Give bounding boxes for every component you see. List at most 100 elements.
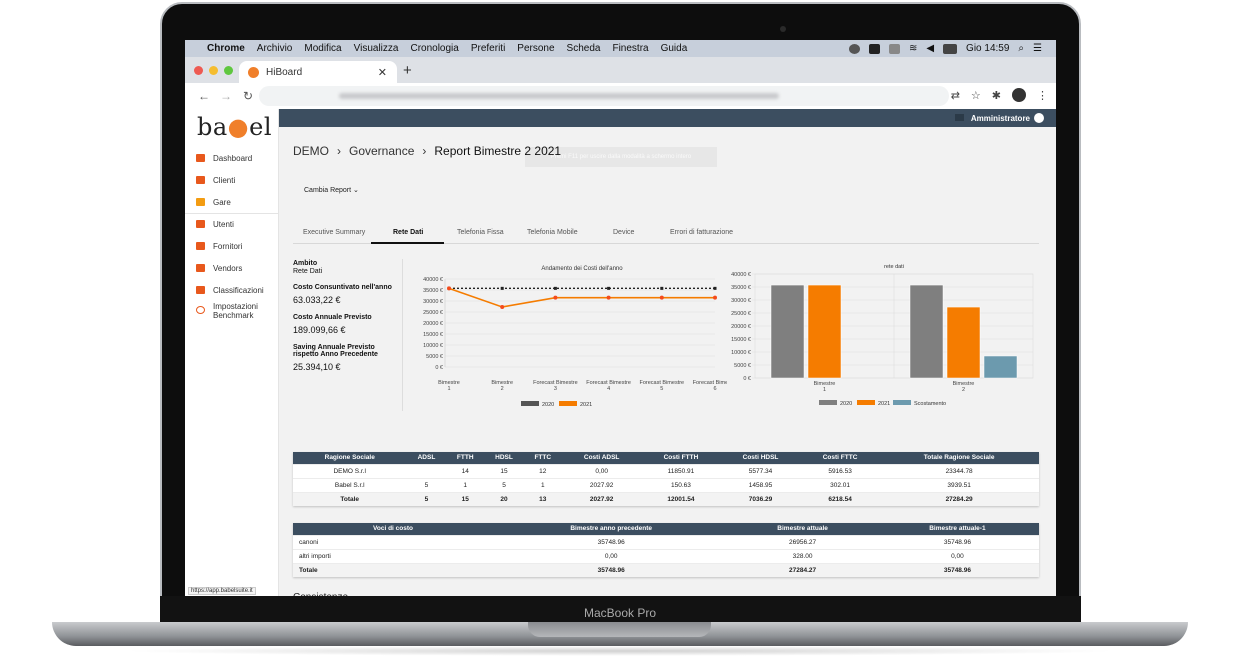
table-header-row: Voci di costo Bimestre anno precedente Bim… bbox=[293, 523, 1039, 535]
wifi-icon[interactable]: ≋ bbox=[909, 43, 917, 54]
table-cell: 12001.54 bbox=[641, 491, 721, 506]
forward-icon[interactable]: → bbox=[219, 89, 233, 103]
table-cell: canoni bbox=[293, 534, 493, 549]
reload-icon[interactable]: ↻ bbox=[241, 89, 255, 103]
sidebar-item-fornitori[interactable]: Fornitori bbox=[185, 236, 279, 256]
browser-tab[interactable]: HiBoard ✕ bbox=[239, 61, 397, 83]
data-point-2020 bbox=[500, 286, 504, 290]
sidebar-item-vendors[interactable]: Vendors bbox=[185, 258, 279, 278]
table-cell: 15 bbox=[484, 463, 524, 478]
sidebar-item-classificazioni[interactable]: Classificazioni bbox=[185, 280, 279, 300]
rete-dati-table: Ragione Sociale ADSL FTTH HDSL FTTC Costi ADS… bbox=[293, 452, 1039, 506]
tab-errori-fatturazione[interactable]: Errori di fatturazione bbox=[670, 229, 733, 236]
status-app-icon[interactable] bbox=[848, 43, 860, 54]
sidebar-item-utenti[interactable]: Utenti bbox=[185, 214, 279, 234]
new-tab-button[interactable]: + bbox=[403, 62, 412, 79]
sidebar-item-label: Impostazioni Benchmark bbox=[213, 302, 258, 320]
column-header: HDSL bbox=[484, 452, 524, 464]
data-point-2020 bbox=[607, 286, 611, 290]
y-tick-label: 20000 € bbox=[423, 321, 443, 327]
table-cell: 23344.78 bbox=[879, 463, 1039, 478]
status-url: https://app.babelsuite.it bbox=[188, 587, 256, 595]
extensions-icon[interactable]: ✱ bbox=[992, 89, 1001, 102]
y-tick-label: 40000 € bbox=[731, 272, 751, 278]
tab-device[interactable]: Device bbox=[613, 229, 634, 236]
legend-swatch-2020 bbox=[521, 401, 539, 406]
close-window-button[interactable] bbox=[194, 66, 203, 75]
y-tick-label: 15000 € bbox=[731, 337, 751, 343]
table-cell: 12 bbox=[524, 463, 562, 478]
spotlight-icon[interactable]: ⌕ bbox=[1018, 43, 1024, 54]
profile-icon[interactable] bbox=[1012, 88, 1026, 102]
menu-preferiti[interactable]: Preferiti bbox=[471, 43, 505, 54]
main-content: Premi F11 per uscire dalla modalità a sc… bbox=[279, 127, 1056, 596]
address-bar[interactable] bbox=[259, 86, 949, 106]
data-point-2021 bbox=[447, 286, 451, 291]
table-cell: 0,00 bbox=[493, 548, 730, 563]
data-point-2020 bbox=[713, 286, 717, 290]
menu-persone[interactable]: Persone bbox=[517, 43, 554, 54]
tab-executive-summary[interactable]: Executive Summary bbox=[303, 229, 365, 236]
user-menu[interactable]: Amministratore bbox=[971, 113, 1044, 123]
column-header: Costi HDSL bbox=[720, 452, 801, 464]
bookmark-star-icon[interactable]: ☆ bbox=[971, 89, 981, 102]
breadcrumb-governance[interactable]: Governance bbox=[349, 144, 414, 158]
legend-swatch-2021 bbox=[857, 400, 875, 405]
legend-swatch-2020 bbox=[819, 400, 837, 405]
y-tick-label: 5000 € bbox=[734, 363, 751, 369]
chart-title: rete dati bbox=[884, 264, 904, 270]
volume-icon[interactable]: ◀ bbox=[926, 43, 934, 54]
clock[interactable]: Gio 14:59 bbox=[966, 43, 1009, 54]
tab-telefonia-mobile[interactable]: Telefonia Mobile bbox=[527, 229, 578, 236]
sidebar-item-impostazioni-benchmark[interactable]: Impostazioni Benchmark bbox=[185, 302, 279, 326]
sidebar-item-label: Fornitori bbox=[213, 241, 243, 251]
macos-menubar: Chrome Archivio Modifica Visualizza Cron… bbox=[185, 40, 1056, 57]
y-tick-label: 35000 € bbox=[731, 285, 751, 291]
menu-visualizza[interactable]: Visualizza bbox=[354, 43, 399, 54]
tab-telefonia-fissa[interactable]: Telefonia Fissa bbox=[457, 229, 504, 236]
y-tick-label: 20000 € bbox=[731, 324, 751, 330]
control-center-icon[interactable]: ☰ bbox=[1033, 43, 1042, 54]
menu-finestra[interactable]: Finestra bbox=[612, 43, 648, 54]
sidebar-item-dashboard[interactable]: Dashboard bbox=[185, 148, 279, 168]
cambia-report-dropdown[interactable]: Cambia Report ⌄ bbox=[304, 186, 359, 194]
table-cell: Totale bbox=[293, 491, 407, 506]
maximize-window-button[interactable] bbox=[224, 66, 233, 75]
table-header-row: Ragione Sociale ADSL FTTH HDSL FTTC Costi ADS… bbox=[293, 452, 1039, 464]
window-icon[interactable] bbox=[888, 43, 900, 54]
previsto-label: Costo Annuale Previsto bbox=[293, 314, 372, 321]
table-cell: 5577.34 bbox=[720, 463, 801, 478]
tab-rete-dati[interactable]: Rete Dati bbox=[393, 229, 423, 236]
menu-guida[interactable]: Guida bbox=[661, 43, 688, 54]
menu-scheda[interactable]: Scheda bbox=[567, 43, 601, 54]
menu-dots-icon[interactable]: ⋮ bbox=[1037, 89, 1048, 102]
column-header: FTTC bbox=[524, 452, 562, 464]
sidebar-item-clienti[interactable]: Clienti bbox=[185, 170, 279, 190]
sidebar: ba●el Dashboard Clienti Gare Utenti Forn… bbox=[185, 109, 279, 596]
babel-logo[interactable]: ba●el bbox=[197, 113, 272, 141]
chat-icon[interactable] bbox=[955, 114, 964, 121]
shield-check-icon[interactable] bbox=[868, 43, 880, 54]
close-tab-icon[interactable]: ✕ bbox=[378, 66, 387, 79]
y-tick-label: 25000 € bbox=[731, 311, 751, 317]
menu-cronologia[interactable]: Cronologia bbox=[410, 43, 458, 54]
menu-chrome[interactable]: Chrome bbox=[207, 43, 245, 54]
translate-icon[interactable]: ⇄ bbox=[951, 89, 960, 102]
menu-modifica[interactable]: Modifica bbox=[304, 43, 341, 54]
breadcrumb-demo[interactable]: DEMO bbox=[293, 144, 329, 158]
minimize-window-button[interactable] bbox=[209, 66, 218, 75]
table-cell: 0,00 bbox=[561, 463, 642, 478]
logo-mark: ● bbox=[227, 113, 250, 141]
kpi-panel: Ambito Rete Dati Costo Consuntivato nell… bbox=[293, 260, 393, 372]
user-name: Amministratore bbox=[970, 113, 1030, 123]
back-icon[interactable]: ← bbox=[197, 89, 211, 103]
battery-icon[interactable] bbox=[943, 43, 958, 54]
x-tick-label: 6 bbox=[713, 386, 716, 392]
sidebar-item-gare[interactable]: Gare bbox=[185, 192, 279, 212]
column-header: Ragione Sociale bbox=[293, 452, 407, 464]
menu-archivio[interactable]: Archivio bbox=[257, 43, 293, 54]
y-tick-label: 10000 € bbox=[423, 343, 443, 349]
breadcrumb: DEMO › Governance › Report Bimestre 2 2021 bbox=[293, 144, 561, 158]
table-cell: 26956.27 bbox=[729, 534, 876, 549]
table-cell: 35748.96 bbox=[493, 534, 730, 549]
